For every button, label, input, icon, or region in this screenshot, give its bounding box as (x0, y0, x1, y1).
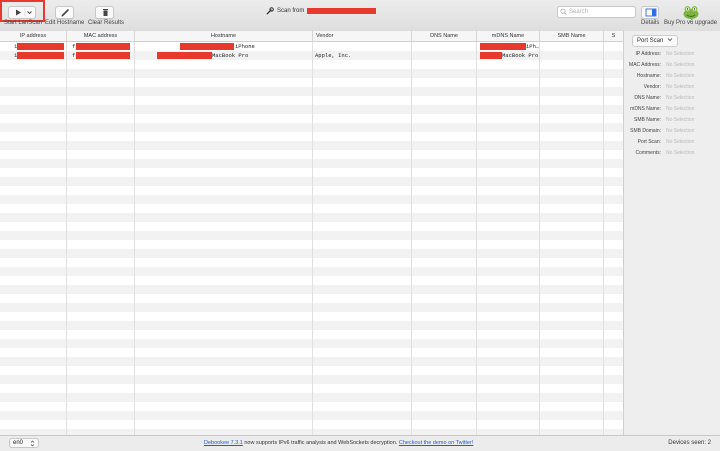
detail-value-smb-domain: No Selection (666, 128, 695, 134)
clear-results-button[interactable] (95, 6, 114, 19)
redaction-bar (307, 8, 377, 14)
column-header-hostname[interactable]: Hostname (135, 31, 313, 41)
devices-table: IP address MAC address Hostname Vendor D… (0, 31, 623, 435)
details-panel: Port Scan IP Address: No Selection MAC A… (623, 31, 720, 435)
chevron-down-icon (667, 38, 673, 42)
cell-mac: f (72, 43, 76, 50)
column-header-s[interactable]: S (604, 31, 623, 41)
frog-mascot-icon[interactable] (682, 4, 700, 20)
clear-results-label: Clear Results (88, 20, 125, 26)
wrench-icon (266, 7, 274, 15)
edit-hostname-label: Edit Hostname (45, 20, 85, 26)
debookee-link[interactable]: Debookee 7.3.1 (204, 440, 243, 446)
redaction-bar (17, 43, 64, 50)
detail-label-smb: SMB Name: (634, 117, 661, 123)
detail-label-comments: Comments: (635, 150, 661, 156)
interface-label: en0 (13, 440, 24, 446)
column-divider (134, 42, 135, 435)
detail-value-ip: No Selection (666, 51, 695, 57)
redaction-bar (76, 43, 130, 50)
buy-pro-label[interactable]: Buy Pro v6 upgrade (664, 20, 717, 26)
redaction-bar (180, 43, 234, 50)
cell-mdns: iPh… (526, 43, 540, 50)
detail-label-mdns: mDNS Name: (630, 106, 661, 112)
cell-vendor: Apple, Inc. (315, 52, 352, 59)
edit-hostname-button[interactable] (55, 6, 74, 19)
search-input[interactable]: Search (557, 6, 636, 18)
detail-label-port-scan: Port Scan: (637, 139, 661, 145)
cell-hostname: MacBook Pro (212, 52, 249, 59)
updown-chevron-icon (30, 440, 35, 447)
column-header-mdns[interactable]: mDNS Name (477, 31, 540, 41)
column-header-mac[interactable]: MAC address (67, 31, 135, 41)
redaction-bar (76, 52, 130, 59)
details-label: Details (641, 20, 660, 26)
details-button[interactable] (641, 6, 659, 19)
detail-value-mac: No Selection (666, 62, 695, 68)
column-header-ip[interactable]: IP address (0, 31, 67, 41)
redaction-bar (480, 52, 502, 59)
table-header: IP address MAC address Hostname Vendor D… (0, 31, 623, 42)
column-divider (539, 42, 540, 435)
pencil-icon (61, 9, 69, 17)
detail-value-dns: No Selection (666, 95, 695, 101)
redaction-bar (480, 43, 526, 50)
news-banner: Debookee 7.3.1 now supports IPv6 traffic… (204, 440, 473, 446)
detail-label-ip: IP Address: (635, 51, 661, 57)
detail-value-comments: No Selection (666, 150, 695, 156)
detail-value-mdns: No Selection (666, 106, 695, 112)
scan-from: Scan from (266, 7, 377, 15)
column-header-smb[interactable]: SMB Name (540, 31, 604, 41)
detail-value-vendor: No Selection (666, 84, 695, 90)
cell-hostname: iPhone (235, 43, 255, 50)
interface-select[interactable]: en0 (9, 438, 39, 448)
search-icon (560, 8, 567, 15)
port-scan-label: Port Scan (637, 38, 664, 44)
column-divider (603, 42, 604, 435)
devices-count: Devices seen: 2 (668, 440, 711, 446)
detail-value-port-scan: No Selection (666, 139, 695, 145)
detail-label-smb-domain: SMB Domain: (630, 128, 661, 134)
sidebar-icon (645, 8, 657, 17)
column-divider (66, 42, 67, 435)
toolbar: Start LanScan Edit Hostname Clear Result… (0, 0, 720, 32)
scan-from-label: Scan from (277, 8, 305, 14)
twitter-demo-link[interactable]: Checkout the demo on Twitter! (399, 440, 474, 446)
redaction-bar (17, 52, 64, 59)
column-divider (312, 42, 313, 435)
redaction-bar (157, 52, 212, 59)
detail-label-mac: MAC Address: (629, 62, 661, 68)
status-bar: en0 Debookee 7.3.1 now supports IPv6 tra… (0, 435, 720, 451)
detail-value-hostname: No Selection (666, 73, 695, 79)
highlight-box (0, 0, 45, 22)
cell-mdns: MacBook Pro (502, 52, 539, 59)
detail-label-dns: DNS Name: (634, 95, 661, 101)
detail-value-smb: No Selection (666, 117, 695, 123)
news-text: now supports IPv6 traffic analysis and W… (242, 440, 399, 446)
start-scan-label: Start LanScan (4, 20, 43, 26)
column-divider (411, 42, 412, 435)
cell-mac: f (72, 52, 76, 59)
column-header-vendor[interactable]: Vendor (313, 31, 412, 41)
detail-label-hostname: Hostname: (636, 73, 661, 79)
column-divider (476, 42, 477, 435)
column-header-dns[interactable]: DNS Name (412, 31, 477, 41)
search-placeholder: Search (569, 9, 589, 15)
port-scan-dropdown[interactable]: Port Scan (632, 35, 679, 47)
trash-icon (103, 9, 108, 16)
detail-label-vendor: Vendor: (643, 84, 661, 90)
